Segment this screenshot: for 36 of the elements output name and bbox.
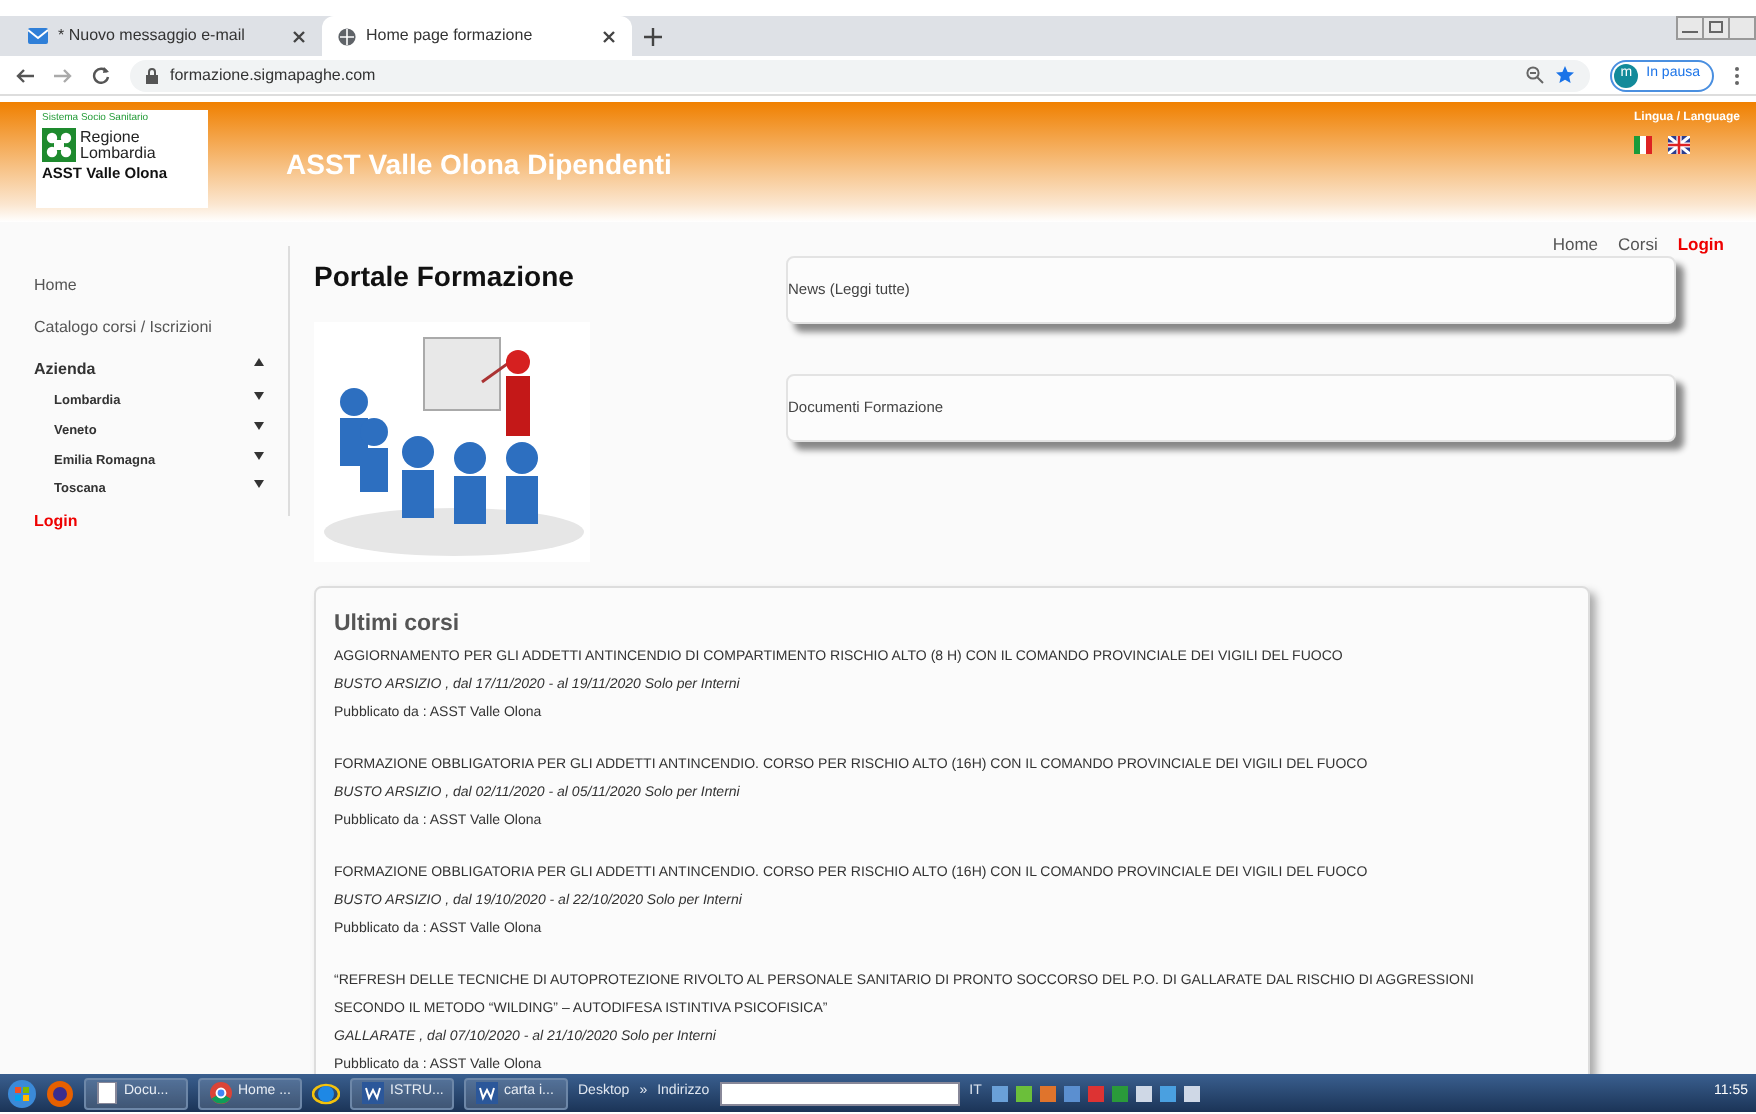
back-icon[interactable] <box>16 67 34 83</box>
site-title: ASST Valle Olona Dipendenti <box>286 146 674 184</box>
browser-icon <box>210 1082 232 1104</box>
cross-icon <box>42 128 76 162</box>
page-title: Portale Formazione <box>314 260 576 294</box>
sidebar-item[interactable]: Catalogo corsi / Iscrizioni <box>34 316 288 340</box>
browser-icon[interactable] <box>46 1079 74 1107</box>
close-icon[interactable] <box>292 29 306 43</box>
flag-icon[interactable] <box>1667 136 1690 154</box>
address-field[interactable]: formazione.sigmapaghe.com <box>130 59 1591 91</box>
envelope-icon <box>28 28 48 44</box>
globe-icon <box>338 27 356 45</box>
login-link[interactable]: Login <box>34 510 288 534</box>
new-tab-icon[interactable] <box>644 27 662 45</box>
document-icon <box>476 1082 498 1104</box>
zoom-icon[interactable] <box>1526 66 1545 84</box>
browser-tab[interactable]: Home page formazione <box>322 16 632 56</box>
lock-icon <box>146 67 158 83</box>
flag-icon[interactable] <box>1633 136 1652 154</box>
document-icon <box>96 1082 118 1104</box>
nav-link[interactable]: Corsi <box>1618 232 1658 258</box>
star-icon[interactable] <box>1556 66 1575 84</box>
close-icon[interactable] <box>602 29 616 43</box>
address-input[interactable] <box>719 1081 960 1105</box>
document-icon <box>362 1082 384 1104</box>
start-button[interactable] <box>8 1079 36 1107</box>
nav-link[interactable]: Login <box>1677 232 1724 258</box>
reload-icon[interactable] <box>92 66 110 84</box>
menu-icon[interactable] <box>1734 65 1740 85</box>
window-controls-icon[interactable] <box>1676 16 1756 40</box>
browser-icon[interactable] <box>312 1079 340 1107</box>
browser-tab[interactable]: * Nuovo messaggio e-mail <box>12 16 322 56</box>
nav-link[interactable]: Home <box>1552 232 1599 258</box>
sidebar-item[interactable]: Home <box>34 274 288 298</box>
section-heading: Ultimi corsi <box>334 609 462 640</box>
sidebar-group[interactable]: Azienda <box>34 358 288 382</box>
